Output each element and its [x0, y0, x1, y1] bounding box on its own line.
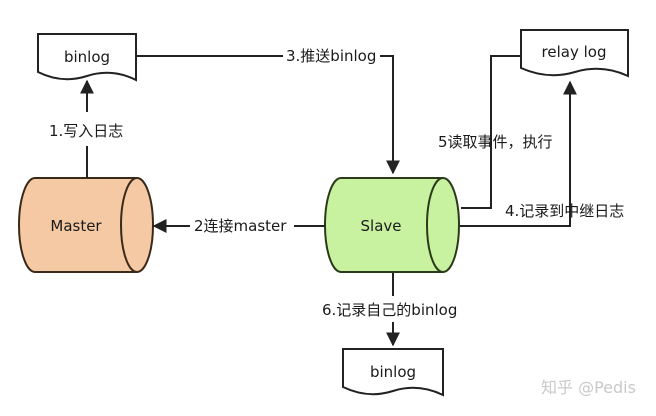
- slave-node: Slave: [324, 177, 460, 273]
- edge-write-log: 1.写入日志: [49, 79, 123, 178]
- edge-record-relay: 4.记录到中继日志: [460, 80, 624, 227]
- binlog-bottom-node: binlog: [342, 348, 444, 397]
- edge-push-binlog-label: 3.推送binlog: [286, 47, 376, 65]
- edge-record-relay-label: 4.记录到中继日志: [505, 202, 624, 220]
- edge-write-log-label: 1.写入日志: [49, 122, 123, 140]
- edge-read-execute: 5读取事件，执行: [438, 55, 553, 209]
- binlog-top-label: binlog: [64, 48, 110, 66]
- edge-read-execute-label: 5读取事件，执行: [438, 133, 553, 151]
- watermark: 知乎 @Pedis: [541, 378, 636, 397]
- edge-record-own-binlog: 6.记录自己的binlog: [322, 273, 457, 347]
- slave-label: Slave: [361, 217, 402, 235]
- edge-connect-master-label: 2连接master: [194, 217, 287, 235]
- edge-push-binlog: 3.推送binlog: [137, 47, 400, 175]
- edge-read-execute-path: [461, 55, 521, 209]
- edge-connect-master: 2连接master: [152, 217, 325, 235]
- edge-push-binlog-path-right: [380, 55, 400, 175]
- master-node: Master: [18, 177, 154, 273]
- binlog-bottom-label: binlog: [370, 363, 416, 381]
- binlog-top-node: binlog: [37, 33, 137, 82]
- master-label: Master: [50, 217, 102, 235]
- diagram-canvas: binlog relay log binlog Master Slave 1.写…: [18, 29, 636, 397]
- relay-log-label: relay log: [542, 43, 607, 61]
- replication-diagram: binlog relay log binlog Master Slave 1.写…: [0, 0, 656, 416]
- relay-log-node: relay log: [520, 29, 629, 78]
- edge-record-own-binlog-label: 6.记录自己的binlog: [322, 301, 457, 319]
